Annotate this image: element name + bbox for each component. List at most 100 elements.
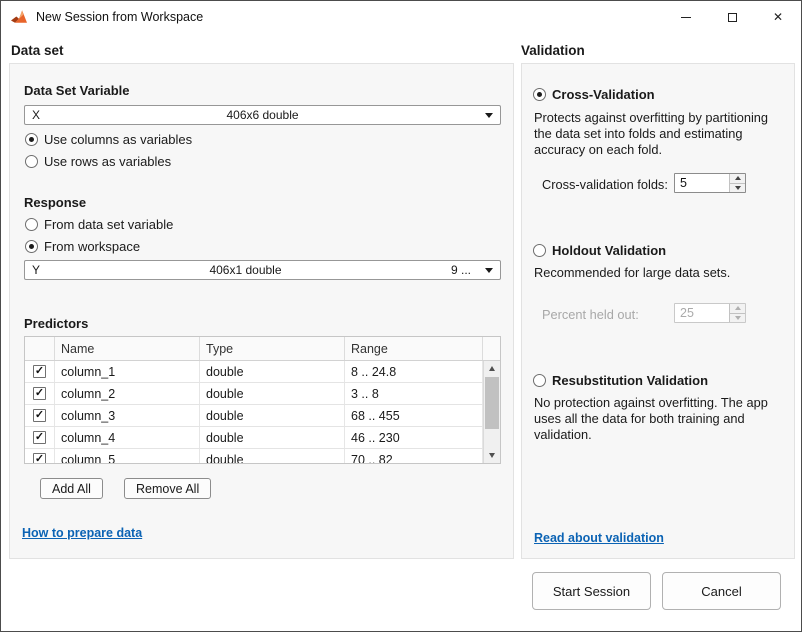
spinner-down-button[interactable] — [730, 183, 745, 192]
data-set-variable-label: Data Set Variable — [24, 83, 130, 98]
cell-type: double — [200, 383, 345, 404]
dropdown-detail: 406x6 double — [226, 108, 299, 122]
dataset-panel: Data Set Variable X 406x6 double Use col… — [9, 63, 514, 559]
cross-validation-description: Protects against overfitting by partitio… — [534, 110, 769, 157]
spinner-up-icon — [734, 176, 741, 181]
spinner-up-button[interactable] — [730, 174, 745, 184]
row-checkbox-cell[interactable] — [25, 383, 55, 404]
radio-resubstitution-validation[interactable]: Resubstitution Validation — [533, 372, 708, 388]
folds-value[interactable]: 5 — [675, 174, 729, 192]
radio-label: Use rows as variables — [44, 153, 172, 169]
header-name: Name — [55, 337, 200, 360]
validation-heading: Validation — [521, 43, 585, 58]
scrollbar-thumb[interactable] — [485, 377, 499, 429]
radio-label: From workspace — [44, 238, 141, 254]
radio-from-workspace[interactable]: From workspace — [25, 238, 140, 254]
table-row[interactable]: column_4 double 46 .. 230 — [25, 427, 483, 449]
percent-value: 25 — [680, 306, 694, 320]
cell-type: double — [200, 405, 345, 426]
minimize-button[interactable] — [663, 1, 709, 33]
spinner-down-button — [730, 313, 745, 322]
radio-label: From data set variable — [44, 216, 174, 232]
checkbox-icon[interactable] — [33, 431, 46, 444]
matlab-icon — [11, 10, 27, 23]
dropdown-detail: 406x1 double — [209, 263, 282, 277]
chevron-down-icon — [485, 112, 493, 118]
maximize-button[interactable] — [709, 1, 755, 33]
close-button[interactable]: ✕ — [755, 1, 801, 33]
response-variable-dropdown[interactable]: Y 406x1 double 9 ... — [24, 260, 501, 280]
row-checkbox-cell[interactable] — [25, 405, 55, 426]
checkbox-icon[interactable] — [33, 387, 46, 400]
close-icon: ✕ — [772, 10, 784, 24]
radio-holdout-validation[interactable]: Holdout Validation — [533, 242, 666, 258]
row-checkbox-cell[interactable] — [25, 449, 55, 463]
checkbox-icon[interactable] — [33, 453, 46, 463]
checkbox-icon[interactable] — [33, 409, 46, 422]
radio-icon[interactable] — [25, 154, 38, 168]
dialog-window: New Session from Workspace ✕ Data set Va… — [0, 0, 802, 632]
radio-icon[interactable] — [533, 243, 546, 257]
table-scrollbar[interactable] — [483, 361, 500, 463]
spinner-down-icon — [734, 315, 741, 320]
row-checkbox-cell[interactable] — [25, 361, 55, 382]
data-set-variable-dropdown[interactable]: X 406x6 double — [24, 105, 501, 125]
cell-range: 68 .. 455 — [345, 405, 483, 426]
cell-range: 46 .. 230 — [345, 427, 483, 448]
cell-type: double — [200, 427, 345, 448]
radio-icon[interactable] — [25, 217, 38, 231]
radio-icon[interactable] — [533, 373, 546, 387]
cell-name: column_2 — [55, 383, 200, 404]
predictors-table: Name Type Range column_1 double 8 .. 24.… — [24, 336, 501, 464]
radio-label: Holdout Validation — [552, 242, 667, 258]
cell-range: 8 .. 24.8 — [345, 361, 483, 382]
spinner-buttons — [729, 304, 745, 322]
scroll-up-icon — [489, 366, 495, 371]
radio-icon[interactable] — [25, 132, 38, 146]
window-controls: ✕ — [663, 1, 801, 33]
remove-all-button[interactable]: Remove All — [124, 478, 212, 499]
start-session-button[interactable]: Start Session — [532, 572, 651, 610]
radio-icon[interactable] — [25, 239, 38, 253]
radio-from-dataset-variable[interactable]: From data set variable — [25, 216, 173, 232]
spinner-up-button — [730, 304, 745, 314]
dataset-heading: Data set — [11, 43, 64, 58]
header-checkbox-column — [25, 337, 55, 360]
radio-use-columns[interactable]: Use columns as variables — [25, 131, 192, 147]
cancel-button[interactable]: Cancel — [662, 572, 781, 610]
scrollbar-down-button[interactable] — [484, 448, 500, 463]
scroll-down-icon — [489, 453, 495, 458]
radio-use-rows[interactable]: Use rows as variables — [25, 153, 171, 169]
table-row[interactable]: column_5 double 70 .. 82 — [25, 449, 483, 463]
percent-held-out-spinner: 25 — [674, 303, 746, 323]
predictor-table-body: column_1 double 8 .. 24.8 column_2 doubl… — [25, 361, 483, 463]
scrollbar-up-button[interactable] — [484, 361, 500, 376]
checkbox-icon[interactable] — [33, 365, 46, 378]
how-to-prepare-data-link[interactable]: How to prepare data — [22, 526, 142, 540]
cell-name: column_4 — [55, 427, 200, 448]
dropdown-value: X — [32, 108, 41, 122]
radio-label: Resubstitution Validation — [552, 372, 709, 388]
row-checkbox-cell[interactable] — [25, 427, 55, 448]
response-label: Response — [24, 195, 87, 210]
table-row[interactable]: column_3 double 68 .. 455 — [25, 405, 483, 427]
validation-panel: Cross-Validation Protects against overfi… — [521, 63, 795, 559]
cell-type: double — [200, 361, 345, 382]
cross-validation-folds-spinner[interactable]: 5 — [674, 173, 746, 193]
maximize-icon — [727, 12, 737, 22]
chevron-down-icon — [485, 267, 493, 273]
titlebar: New Session from Workspace ✕ — [1, 1, 801, 33]
add-all-button[interactable]: Add All — [40, 478, 103, 499]
cell-range: 70 .. 82 — [345, 449, 483, 463]
table-row[interactable]: column_2 double 3 .. 8 — [25, 383, 483, 405]
read-about-validation-link[interactable]: Read about validation — [534, 531, 664, 545]
table-row[interactable]: column_1 double 8 .. 24.8 — [25, 361, 483, 383]
cross-validation-folds-label: Cross-validation folds: — [542, 177, 668, 192]
cell-type: double — [200, 449, 345, 463]
radio-icon[interactable] — [533, 87, 546, 101]
spinner-buttons — [729, 174, 745, 192]
cell-name: column_3 — [55, 405, 200, 426]
radio-cross-validation[interactable]: Cross-Validation — [533, 86, 655, 102]
percent-held-out-label: Percent held out: — [542, 307, 639, 322]
minimize-icon — [681, 16, 691, 18]
